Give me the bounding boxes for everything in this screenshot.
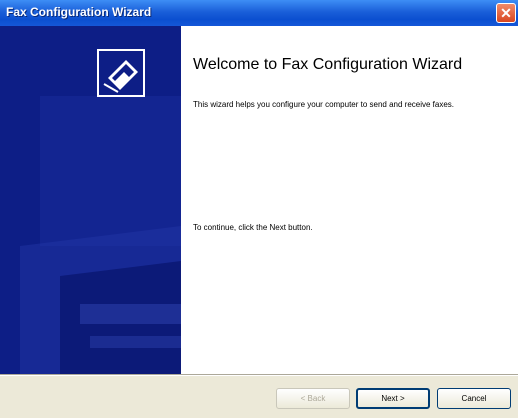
fax-machine-illustration (20, 49, 181, 374)
next-button[interactable]: Next > (356, 388, 430, 409)
wizard-banner (0, 26, 181, 374)
fax-machine-icon (97, 49, 145, 97)
cancel-button[interactable]: Cancel (437, 388, 511, 409)
close-icon: ✕ (500, 5, 512, 21)
continue-instruction: To continue, click the Next button. (193, 223, 313, 232)
intro-text: This wizard helps you configure your com… (193, 100, 455, 109)
button-divider (0, 374, 518, 376)
wizard-content: Welcome to Fax Configuration Wizard This… (181, 26, 518, 374)
window-title: Fax Configuration Wizard (6, 5, 152, 19)
back-button[interactable]: < Back (276, 388, 350, 409)
title-bar[interactable]: Fax Configuration Wizard ✕ (0, 0, 518, 26)
close-button[interactable]: ✕ (496, 3, 516, 23)
page-title: Welcome to Fax Configuration Wizard (193, 56, 463, 73)
wizard-window: Fax Configuration Wizard ✕ Welcome to Fa… (0, 0, 518, 418)
